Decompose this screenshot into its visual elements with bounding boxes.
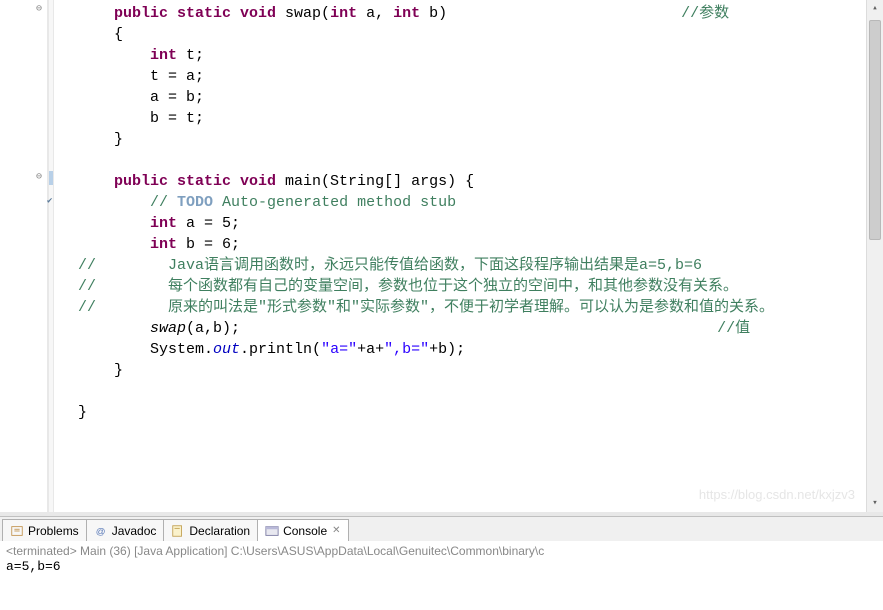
- scroll-down-arrow[interactable]: ▾: [867, 495, 883, 512]
- code-line[interactable]: int t;: [78, 45, 866, 66]
- tab-problems[interactable]: Problems: [2, 519, 87, 541]
- declaration-icon: [171, 524, 185, 538]
- code-line[interactable]: swap(a,b); //值: [78, 318, 866, 339]
- tab-label: Declaration: [189, 524, 250, 538]
- code-line[interactable]: // 原来的叫法是"形式参数"和"实际参数"，不便于初学者理解。可以认为是参数和…: [78, 297, 866, 318]
- tab-declaration[interactable]: Declaration: [163, 519, 258, 541]
- code-line[interactable]: // Java语言调用函数时，永远只能传值给函数，下面这段程序输出结果是a=5,…: [78, 255, 866, 276]
- code-line[interactable]: t = a;: [78, 66, 866, 87]
- tab-label: Problems: [28, 524, 79, 538]
- override-marker: [49, 171, 53, 185]
- code-line[interactable]: System.out.println("a="+a+",b="+b);: [78, 339, 866, 360]
- gutter: ⊖⊖: [0, 0, 48, 512]
- code-line[interactable]: int b = 6;: [78, 234, 866, 255]
- code-line[interactable]: }: [78, 402, 866, 423]
- code-line[interactable]: }: [78, 129, 866, 150]
- bottom-panel: Problems @ Javadoc Declaration Console ✕…: [0, 516, 883, 610]
- code-line[interactable]: int a = 5;: [78, 213, 866, 234]
- problems-icon: [10, 524, 24, 538]
- console-output[interactable]: a=5,b=6: [0, 558, 883, 575]
- editor-region: ⊖⊖ ✔ public static void swap(int a, int …: [0, 0, 883, 512]
- fold-collapse-icon[interactable]: ⊖: [36, 171, 42, 183]
- console-header: <terminated> Main (36) [Java Application…: [0, 541, 883, 558]
- scroll-up-arrow[interactable]: ▴: [867, 0, 883, 17]
- console-icon: [265, 524, 279, 538]
- code-line[interactable]: b = t;: [78, 108, 866, 129]
- code-area[interactable]: public static void swap(int a, int b) //…: [54, 0, 866, 512]
- tab-console[interactable]: Console ✕: [257, 519, 348, 541]
- code-line[interactable]: public static void main(String[] args) {: [78, 171, 866, 192]
- tab-label: Javadoc: [112, 524, 157, 538]
- code-line[interactable]: }: [78, 360, 866, 381]
- scroll-thumb[interactable]: [869, 20, 881, 240]
- code-line[interactable]: {: [78, 24, 866, 45]
- svg-text:@: @: [95, 526, 105, 537]
- code-line[interactable]: [78, 381, 866, 402]
- code-line[interactable]: a = b;: [78, 87, 866, 108]
- tabs-row: Problems @ Javadoc Declaration Console ✕: [0, 517, 883, 541]
- tab-javadoc[interactable]: @ Javadoc: [86, 519, 165, 541]
- javadoc-icon: @: [94, 524, 108, 538]
- code-line[interactable]: // TODO Auto-generated method stub: [78, 192, 866, 213]
- code-line[interactable]: public static void swap(int a, int b) //…: [78, 3, 866, 24]
- code-line[interactable]: // 每个函数都有自己的变量空间，参数也位于这个独立的空间中，和其他参数没有关系…: [78, 276, 866, 297]
- fold-collapse-icon[interactable]: ⊖: [36, 3, 42, 15]
- code-line[interactable]: [78, 150, 866, 171]
- close-icon[interactable]: ✕: [332, 525, 340, 536]
- tab-label: Console: [283, 524, 327, 538]
- vertical-scrollbar[interactable]: ▴ ▾: [866, 0, 883, 512]
